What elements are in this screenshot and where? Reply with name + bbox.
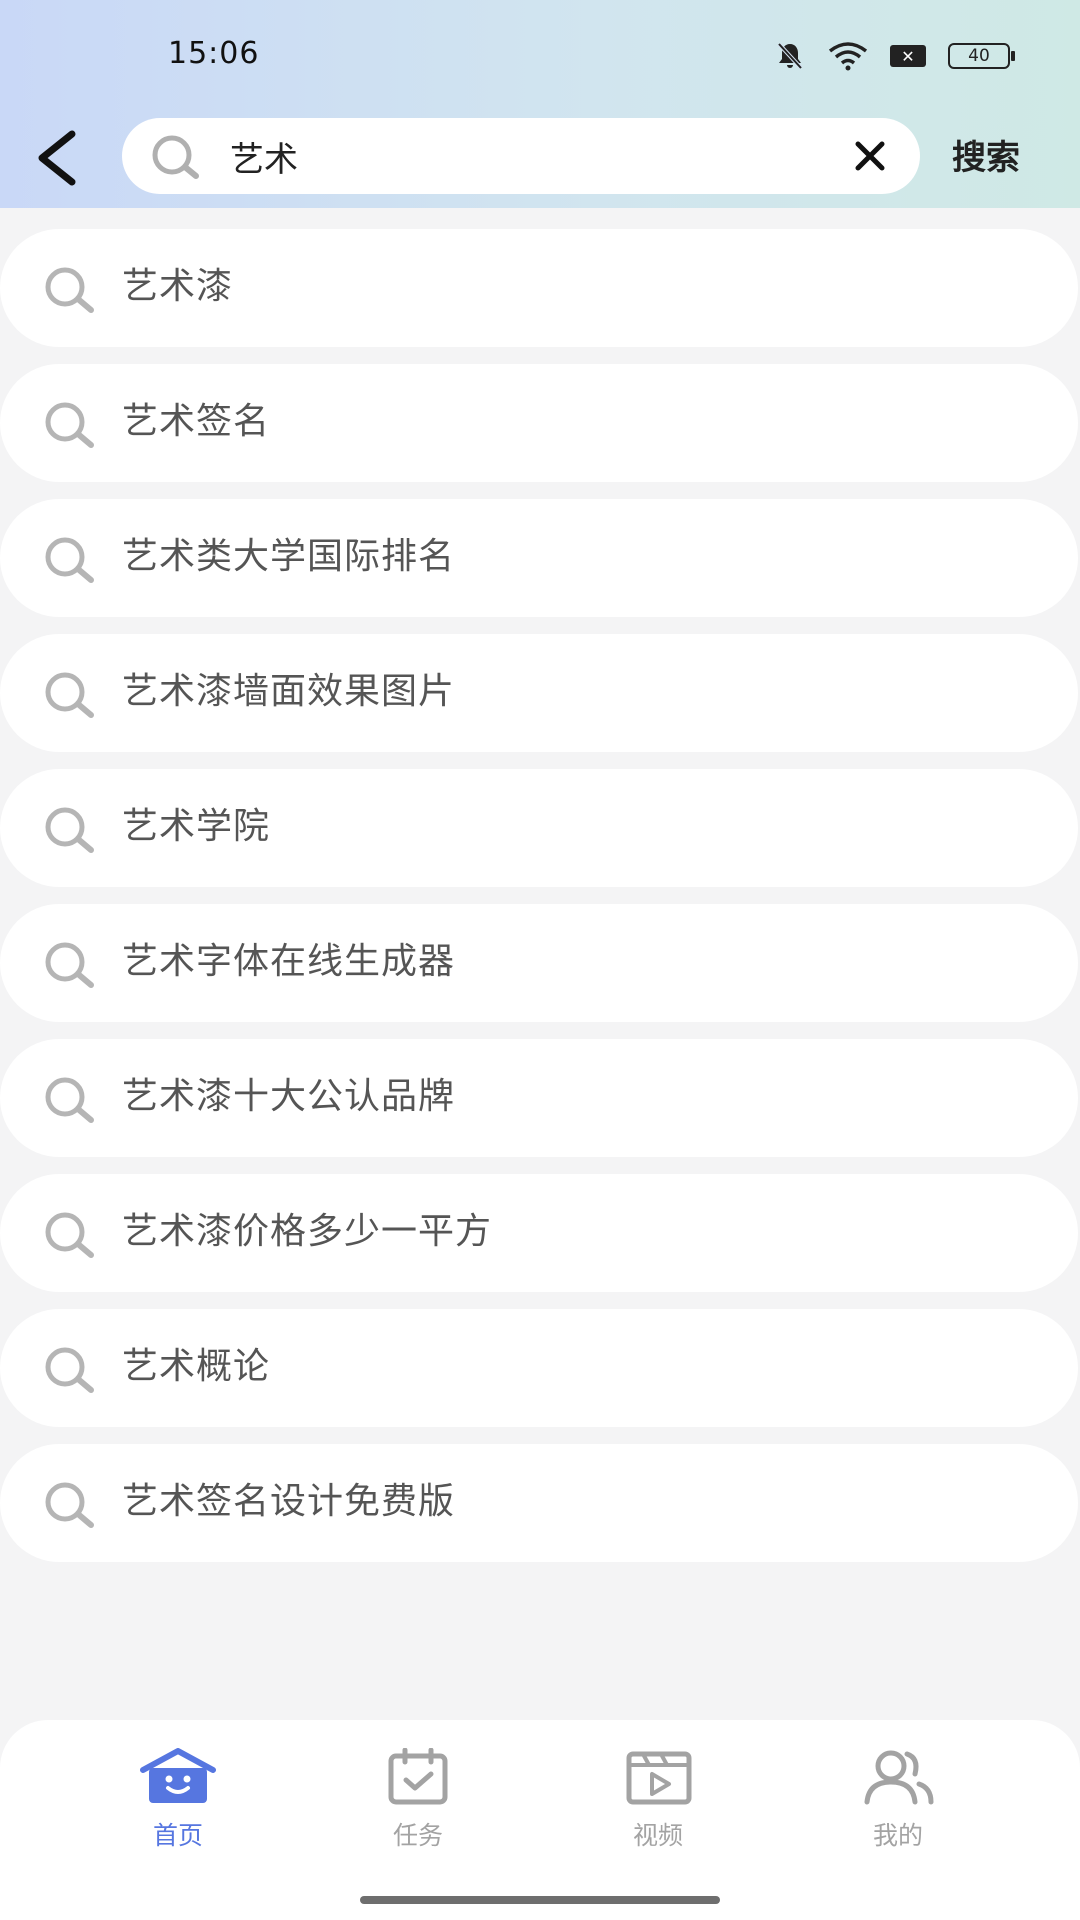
suggestion-label: 艺术漆价格多少一平方 [122, 1211, 493, 1252]
clear-button[interactable] [852, 138, 888, 174]
search-icon [45, 1212, 94, 1258]
tab-label: 视频 [632, 1821, 683, 1850]
suggestion-list: 艺术漆 艺术签名 艺术类大学国际排名 艺术漆墙面效果图片 艺术学院 艺术字体在线… [0, 229, 1080, 1579]
search-button[interactable]: 搜索 [952, 130, 1020, 179]
home-icon [140, 1748, 216, 1803]
search-icon [45, 537, 94, 583]
suggestion-label: 艺术漆墙面效果图片 [122, 671, 456, 712]
suggestion-label: 艺术签名 [122, 401, 271, 442]
suggestion-label: 艺术签名设计免费版 [122, 1481, 456, 1522]
search-icon [45, 672, 94, 718]
calendar-check-icon [388, 1748, 448, 1805]
suggestion-item[interactable]: 艺术漆墙面效果图片 [0, 634, 1078, 752]
suggestion-item[interactable]: 艺术漆十大公认品牌 [0, 1039, 1078, 1157]
search-icon [45, 1482, 94, 1528]
suggestion-item[interactable]: 艺术学院 [0, 769, 1078, 887]
suggestion-label: 艺术漆 [122, 266, 234, 307]
video-icon [626, 1751, 692, 1805]
tab-tasks[interactable]: 任务 [318, 1748, 518, 1868]
search-box[interactable] [122, 118, 920, 194]
search-icon [45, 267, 94, 313]
tab-mine[interactable]: 我的 [798, 1748, 998, 1868]
search-icon [45, 807, 94, 853]
suggestion-item[interactable]: 艺术签名设计免费版 [0, 1444, 1078, 1562]
search-icon [45, 402, 94, 448]
battery-level: 40 [968, 46, 990, 66]
search-icon [45, 942, 94, 988]
status-time: 15:06 [168, 36, 260, 71]
tab-label: 我的 [872, 1821, 923, 1850]
suggestion-item[interactable]: 艺术签名 [0, 364, 1078, 482]
suggestion-label: 艺术概论 [122, 1346, 271, 1387]
sim-off-icon: ✕ [890, 45, 926, 67]
search-icon [45, 1347, 94, 1393]
wifi-icon [828, 42, 868, 71]
tab-video[interactable]: 视频 [558, 1748, 758, 1868]
suggestion-item[interactable]: 艺术类大学国际排名 [0, 499, 1078, 617]
users-icon [864, 1750, 934, 1805]
suggestion-item[interactable]: 艺术漆 [0, 229, 1078, 347]
status-icons: ✕ 40 [774, 40, 1015, 72]
search-icon [45, 1077, 94, 1123]
suggestion-label: 艺术字体在线生成器 [122, 941, 456, 982]
suggestion-item[interactable]: 艺术概论 [0, 1309, 1078, 1427]
tab-label: 任务 [392, 1821, 443, 1850]
suggestion-label: 艺术学院 [122, 806, 271, 847]
search-icon [152, 135, 199, 179]
bottom-tabbar: 首页 任务 视频 我的 [0, 1720, 1080, 1920]
suggestion-label: 艺术类大学国际排名 [122, 536, 456, 577]
suggestion-label: 艺术漆十大公认品牌 [122, 1076, 456, 1117]
bell-off-icon [777, 42, 803, 70]
suggestion-item[interactable]: 艺术字体在线生成器 [0, 904, 1078, 1022]
header: 15:06 ✕ 40 搜索 [0, 0, 1080, 208]
battery-icon: 40 [948, 43, 1015, 69]
tab-label: 首页 [152, 1821, 203, 1850]
suggestion-item[interactable]: 艺术漆价格多少一平方 [0, 1174, 1078, 1292]
back-button[interactable] [30, 126, 90, 190]
tab-home[interactable]: 首页 [78, 1748, 278, 1868]
home-indicator[interactable] [360, 1896, 720, 1904]
search-input[interactable] [230, 130, 830, 182]
